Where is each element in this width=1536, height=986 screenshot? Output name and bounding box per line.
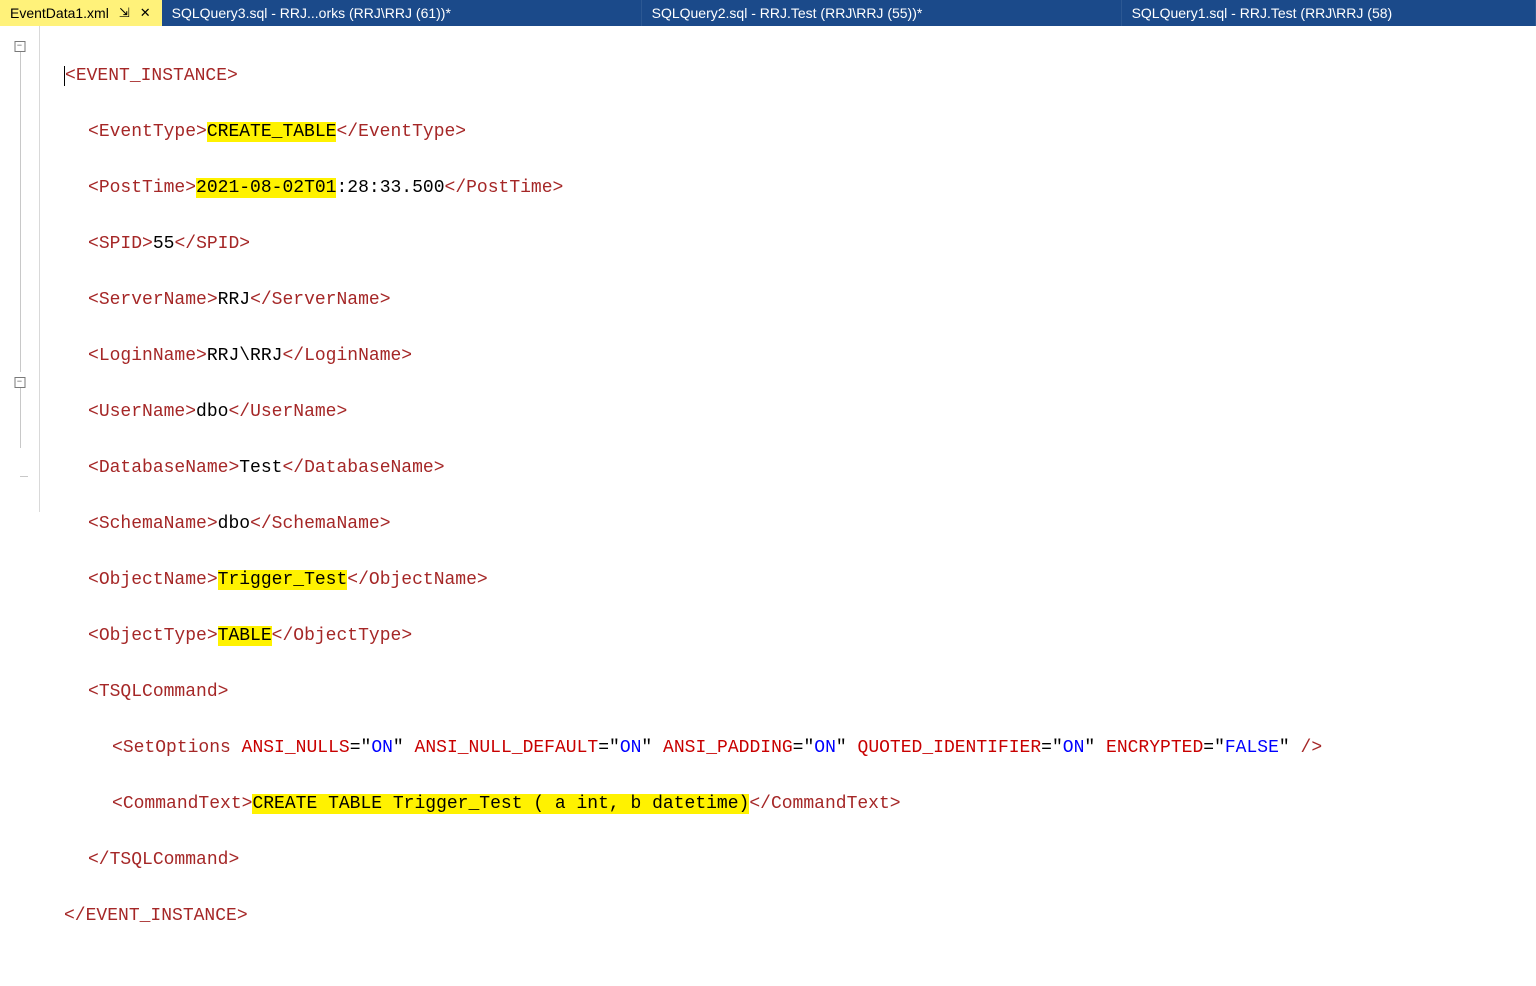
tab-label: SQLQuery2.sql - RRJ.Test (RRJ\RRJ (55))*: [652, 5, 923, 21]
code-line: <PostTime>2021-08-02T01:28:33.500</PostT…: [40, 174, 1536, 202]
tab-sqlquery3[interactable]: SQLQuery3.sql - RRJ...orks (RRJ\RRJ (61)…: [162, 0, 642, 26]
code-line: <ObjectName>Trigger_Test</ObjectName>: [40, 566, 1536, 594]
tab-sqlquery1[interactable]: SQLQuery1.sql - RRJ.Test (RRJ\RRJ (58): [1122, 0, 1536, 26]
code-line: <EventType>CREATE_TABLE</EventType>: [40, 118, 1536, 146]
code-line: <SPID>55</SPID>: [40, 230, 1536, 258]
code-line: <DatabaseName>Test</DatabaseName>: [40, 454, 1536, 482]
code-line: <EVENT_INSTANCE>: [40, 62, 1536, 90]
fold-toggle-icon[interactable]: −: [14, 377, 25, 388]
fold-toggle-icon[interactable]: −: [14, 41, 25, 52]
code-area[interactable]: <EVENT_INSTANCE> <EventType>CREATE_TABLE…: [40, 26, 1536, 512]
fold-guide: [20, 52, 21, 372]
tab-label: SQLQuery3.sql - RRJ...orks (RRJ\RRJ (61)…: [172, 5, 451, 21]
code-editor[interactable]: − − <EVENT_INSTANCE> <EventType>CREATE_T…: [0, 26, 1536, 512]
fold-gutter: − −: [0, 26, 40, 512]
code-line: <ObjectType>TABLE</ObjectType>: [40, 622, 1536, 650]
code-line: </TSQLCommand>: [40, 846, 1536, 874]
tab-sqlquery2[interactable]: SQLQuery2.sql - RRJ.Test (RRJ\RRJ (55))*: [642, 0, 1122, 26]
tab-bar: EventData1.xml ⇲ ✕ SQLQuery3.sql - RRJ..…: [0, 0, 1536, 26]
tab-label: SQLQuery1.sql - RRJ.Test (RRJ\RRJ (58): [1132, 5, 1393, 21]
tab-label: EventData1.xml: [10, 5, 109, 21]
code-line: <UserName>dbo</UserName>: [40, 398, 1536, 426]
code-line: <TSQLCommand>: [40, 678, 1536, 706]
fold-end-icon: [20, 476, 28, 477]
code-line: <SchemaName>dbo</SchemaName>: [40, 510, 1536, 538]
fold-guide: [20, 388, 21, 448]
code-line: </EVENT_INSTANCE>: [40, 902, 1536, 930]
pin-icon[interactable]: ⇲: [119, 5, 130, 21]
code-line: <SetOptions ANSI_NULLS="ON" ANSI_NULL_DE…: [40, 734, 1536, 762]
code-line: <LoginName>RRJ\RRJ</LoginName>: [40, 342, 1536, 370]
code-line: <CommandText>CREATE TABLE Trigger_Test (…: [40, 790, 1536, 818]
close-icon[interactable]: ✕: [140, 5, 151, 21]
tab-eventdata[interactable]: EventData1.xml ⇲ ✕: [0, 0, 162, 26]
code-line: <ServerName>RRJ</ServerName>: [40, 286, 1536, 314]
